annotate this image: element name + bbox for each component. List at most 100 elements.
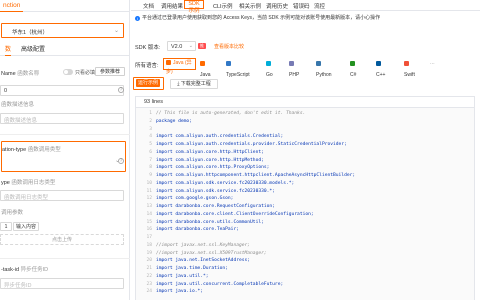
- line-number: 6: [149, 149, 152, 155]
- lang-label: Java: [200, 72, 211, 78]
- tab-related-examples[interactable]: 相关示例: [239, 2, 261, 10]
- only-required-label: 只看必填: [75, 70, 96, 76]
- code-line: 17: [136, 234, 474, 242]
- line-text: import com.aliyun.httpcomponent.httpclie…: [156, 173, 356, 178]
- download-label: 下载完整工程: [180, 81, 211, 87]
- chevron-down-icon: ⌄: [113, 28, 119, 34]
- tab-docs[interactable]: 文档: [143, 2, 154, 10]
- lang-php[interactable]: PHP: [288, 58, 300, 78]
- tab-sdk-example[interactable]: SDK 示例: [184, 0, 204, 14]
- lang-cpp[interactable]: C++: [375, 58, 386, 78]
- lang-python[interactable]: Python: [315, 58, 333, 78]
- divider: [0, 258, 130, 259]
- line-text: import java.util.concurrent.CompletableF…: [156, 281, 284, 287]
- log-type-sublabel: 函数调用日志类型: [11, 180, 56, 186]
- tab-function[interactable]: nction: [0, 0, 24, 12]
- help-icon[interactable]: ?: [118, 87, 124, 93]
- line-number: 3: [149, 126, 152, 132]
- code-line: 24 import java.io.*;: [136, 288, 474, 296]
- line-number: 17: [146, 235, 152, 240]
- description-placeholder: 函数描述信息: [4, 118, 38, 124]
- tab-result[interactable]: 调用结果: [161, 2, 183, 10]
- line-text: import com.aliyun.auth.credentials.provi…: [156, 142, 347, 147]
- line-number: 19: [146, 250, 152, 256]
- line-text: //import javax.net.ssl.KeyManager;: [156, 242, 251, 248]
- line-text: import java.util.*;: [156, 273, 209, 279]
- line-number: 13: [146, 204, 152, 209]
- lang-typescript[interactable]: TypeScript: [225, 58, 251, 78]
- function-name-value: 0: [4, 88, 8, 94]
- code-line: 21 import java.time.Duration;: [136, 265, 474, 273]
- task-id-field[interactable]: 异步任务ID: [0, 278, 124, 289]
- desc-label: 函数描述信息: [1, 102, 35, 108]
- task-id-row: -task-id 异步任务ID: [1, 265, 48, 273]
- sdk-version-select[interactable]: V2.0 ⌄: [167, 41, 196, 51]
- typescript-icon: [226, 61, 231, 66]
- region-select[interactable]: 华东1（杭州） ⌄: [1, 23, 124, 38]
- code-line: 19 //import javax.net.ssl.X509TrustManage…: [136, 250, 474, 258]
- line-number: 15: [146, 219, 152, 225]
- line-number: 4: [149, 134, 152, 140]
- line-text: import com.aliyun.core.http.HttpClient;: [156, 149, 264, 155]
- lang-label: Go: [266, 72, 273, 78]
- recommend-badge: 推荐: [198, 43, 206, 54]
- line-text: import darabonba.core.client.ClientOverr…: [156, 211, 314, 217]
- log-type-field[interactable]: 函数调用日志类型: [0, 190, 124, 201]
- code-line: 5 import com.aliyun.auth.credentials.prov…: [136, 141, 474, 149]
- sdk-version-label: SDK 版本:: [135, 45, 161, 51]
- lang-label: TypeScript: [226, 72, 250, 78]
- tab-advanced[interactable]: 高级配置: [21, 46, 45, 56]
- code-line: 12 import com.google.gson.Gson;: [136, 195, 474, 203]
- line-number: 20: [146, 258, 152, 264]
- code-line: 18 //import javax.net.ssl.KeyManager;: [136, 242, 474, 250]
- run-example-button[interactable]: 运行示例: [133, 77, 164, 90]
- csharp-icon: [350, 61, 355, 66]
- info-icon: i: [135, 16, 140, 21]
- input-content-button[interactable]: 输入内容: [13, 222, 39, 231]
- download-project-button[interactable]: ⤓ 下载完整工程: [170, 79, 218, 89]
- line-number: 7: [149, 157, 152, 163]
- sdk-compare-link[interactable]: 查看版本比较: [214, 43, 244, 50]
- tab-basic[interactable]: 数: [5, 46, 12, 56]
- line-number: 10: [146, 180, 152, 186]
- code-line: 20 import java.net.InetSocketAddress;: [136, 257, 474, 265]
- param-recommend-button[interactable]: 参数推荐: [95, 67, 125, 76]
- lang-csharp[interactable]: C#: [349, 58, 358, 78]
- line-number: 24: [146, 289, 152, 295]
- tab-flow-control[interactable]: 流控: [314, 2, 325, 10]
- tab-call-history[interactable]: 调用历史: [266, 2, 288, 10]
- payload-row: 调用参数: [1, 208, 23, 216]
- line-number: 14: [146, 211, 152, 217]
- code-body: 1 // This file is auto-generated, don't e…: [136, 110, 474, 296]
- lang-java[interactable]: Java: [199, 58, 212, 78]
- lang-java-async[interactable]: Java (异步): [163, 58, 196, 75]
- code-header: 93 lines: [136, 97, 474, 108]
- line-text: import java.time.Duration;: [156, 266, 228, 271]
- code-line: 8 import com.aliyun.core.http.ProxyOption…: [136, 164, 474, 172]
- tab-error-codes[interactable]: 错误码: [293, 2, 310, 10]
- lang-go[interactable]: Go: [265, 58, 274, 78]
- line-number: 16: [146, 227, 152, 233]
- line-text: package demo;: [156, 118, 192, 124]
- lang-swift[interactable]: Swift: [403, 58, 416, 78]
- line-number: 23: [146, 281, 152, 287]
- upload-area[interactable]: 点击上传: [0, 234, 124, 245]
- file-tab-button[interactable]: 1: [0, 222, 12, 231]
- task-id-placeholder: 异步任务ID: [4, 283, 32, 289]
- only-required-toggle[interactable]: [63, 69, 73, 75]
- code-viewer[interactable]: 93 lines 1 // This file is auto-generated…: [135, 96, 475, 300]
- line-text: import com.aliyun.core.http.HttpMethod;: [156, 157, 264, 163]
- tab-cli-example[interactable]: CLI示例: [213, 2, 233, 10]
- more-languages-icon[interactable]: ⋯: [429, 58, 436, 70]
- help-icon[interactable]: ?: [118, 158, 124, 164]
- lang-label: C++: [376, 72, 386, 78]
- code-line: 2 package demo;: [136, 118, 474, 126]
- code-line: 22 import java.util.*;: [136, 273, 474, 281]
- log-type-placeholder: 函数调用日志类型: [4, 195, 49, 201]
- invocation-type-box[interactable]: ation-type 函数调用类型 ⌄: [1, 141, 126, 172]
- divider: [0, 134, 130, 135]
- invocation-type-label-row: ation-type 函数调用类型: [2, 145, 61, 153]
- code-line: 11 import com.aliyun.sdk.service.fc202303…: [136, 188, 474, 196]
- function-name-field[interactable]: 0: [0, 85, 124, 96]
- description-field[interactable]: 函数描述信息: [0, 113, 124, 124]
